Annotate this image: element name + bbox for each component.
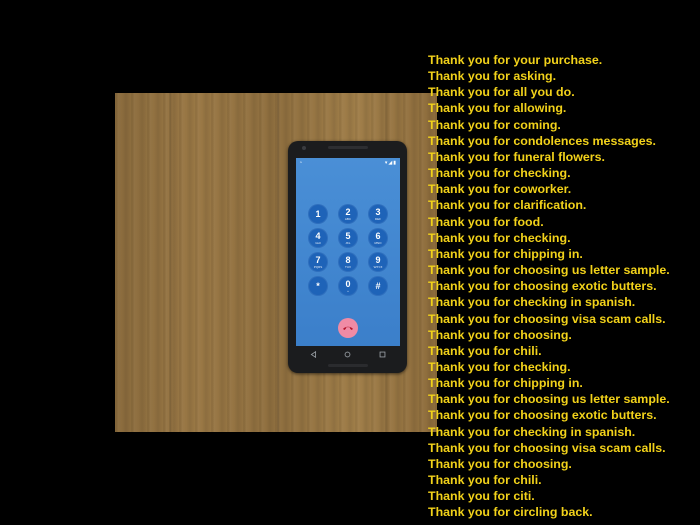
recents-icon[interactable]: [378, 349, 388, 359]
caption-line: Thank you for choosing exotic butters.: [428, 408, 657, 423]
dialpad-key-4[interactable]: 4 GHI: [308, 228, 328, 248]
caption-line: Thank you for citi.: [428, 489, 535, 504]
caption-line: Thank you for all you do.: [428, 85, 575, 100]
phone-screen: ◔ ▾◢▮ 1 2 ABC 3 DEF 4 GHI 5 JKL 6 MNO 7 PQRS 8 TUV 9 WXY…: [296, 158, 400, 346]
dialpad-key-7[interactable]: 7 PQRS: [308, 252, 328, 272]
dialpad-key-hash[interactable]: #: [368, 276, 388, 296]
dialpad-key-9[interactable]: 9 WXYZ: [368, 252, 388, 272]
key-letters: ABC: [344, 216, 352, 221]
caption-line: Thank you for coming.: [428, 117, 561, 132]
key-letters: JKL: [345, 240, 351, 245]
caption-line: Thank you for condolences messages.: [428, 133, 656, 148]
caption-line: Thank you for asking.: [428, 69, 557, 84]
notification-icon: ◔: [299, 160, 303, 166]
key-digit: 0: [345, 278, 351, 289]
caption-line: Thank you for checking in spanish.: [428, 295, 636, 310]
hangup-glyph: [343, 326, 353, 330]
caption-line: Thank you for clarification.: [428, 198, 587, 213]
caption-line: Thank you for choosing visa scam calls.: [428, 440, 666, 455]
caption-line: Thank you for chipping in.: [428, 246, 583, 261]
key-digit: #: [375, 280, 381, 291]
phone-hangup-icon[interactable]: [338, 318, 358, 338]
caption-line: Thank you for funeral flowers.: [428, 149, 605, 164]
key-digit: 2: [345, 206, 351, 217]
navigation-bar: [296, 348, 400, 360]
status-bar: ◔ ▾◢▮: [296, 158, 400, 168]
key-letters: PQRS: [313, 264, 323, 269]
dialpad-key-0[interactable]: 0 +: [338, 276, 358, 296]
key-digit: 3: [375, 206, 381, 217]
thank-you-caption-list: Thank you for your purchase. Thank you fo…: [428, 52, 670, 521]
caption-line: Thank you for food.: [428, 214, 544, 229]
key-digit: 1: [315, 208, 321, 219]
caption-line: Thank you for coworker.: [428, 182, 572, 197]
back-icon[interactable]: [308, 349, 318, 359]
key-digit: 4: [315, 230, 321, 241]
bottom-speaker-grille: [327, 364, 368, 367]
key-letters: WXYZ: [373, 264, 383, 269]
dialed-number-display: [296, 168, 400, 204]
key-letters: +: [347, 288, 349, 293]
caption-line: Thank you for checking.: [428, 166, 571, 181]
key-letters: DEF: [375, 216, 381, 221]
key-letters: GHI: [315, 240, 321, 245]
caption-line: Thank you for chili.: [428, 473, 542, 488]
key-digit: 9: [375, 254, 381, 265]
key-letters: TUV: [345, 264, 351, 269]
dialpad-key-8[interactable]: 8 TUV: [338, 252, 358, 272]
key-digit: 8: [345, 254, 351, 265]
dialpad: 1 2 ABC 3 DEF 4 GHI 5 JKL 6 MNO 7 PQRS 8 TUV 9 WXYZ * 0 + #: [296, 204, 400, 296]
dialpad-key-3[interactable]: 3 DEF: [368, 204, 388, 224]
caption-line: Thank you for choosing.: [428, 327, 572, 342]
caption-line: Thank you for choosing us letter sample.: [428, 263, 670, 278]
key-digit: 7: [315, 254, 321, 265]
top-speaker-grille: [327, 146, 368, 149]
caption-line: Thank you for allowing.: [428, 101, 567, 116]
caption-line: Thank you for choosing visa scam calls.: [428, 311, 666, 326]
dialpad-key-2[interactable]: 2 ABC: [338, 204, 358, 224]
caption-line: Thank you for chili.: [428, 343, 542, 358]
dialpad-key-5[interactable]: 5 JKL: [338, 228, 358, 248]
status-icons: ▾◢▮: [384, 160, 397, 166]
dialpad-key-1[interactable]: 1: [308, 204, 328, 224]
caption-line: Thank you for your purchase.: [428, 53, 603, 67]
front-camera: [302, 146, 306, 150]
key-letters: MNO: [374, 240, 382, 245]
key-digit: 5: [345, 230, 351, 241]
caption-line: Thank you for checking.: [428, 359, 571, 374]
caption-line: Thank you for checking.: [428, 230, 571, 245]
dialpad-key-6[interactable]: 6 MNO: [368, 228, 388, 248]
caption-line: Thank you for choosing.: [428, 456, 572, 471]
dialpad-key-star[interactable]: *: [308, 276, 328, 296]
caption-line: Thank you for checking in spanish.: [428, 424, 636, 439]
home-icon[interactable]: [343, 349, 353, 359]
key-digit: *: [316, 280, 320, 291]
smartphone: ◔ ▾◢▮ 1 2 ABC 3 DEF 4 GHI 5 JKL 6 MNO 7 PQRS 8 TUV 9 WXY…: [288, 141, 407, 373]
key-digit: 6: [375, 230, 381, 241]
caption-line: Thank you for choosing us letter sample.: [428, 392, 670, 407]
caption-line: Thank you for circling back.: [428, 505, 593, 520]
caption-line: Thank you for choosing exotic butters.: [428, 279, 657, 294]
caption-line: Thank you for chipping in.: [428, 376, 583, 391]
